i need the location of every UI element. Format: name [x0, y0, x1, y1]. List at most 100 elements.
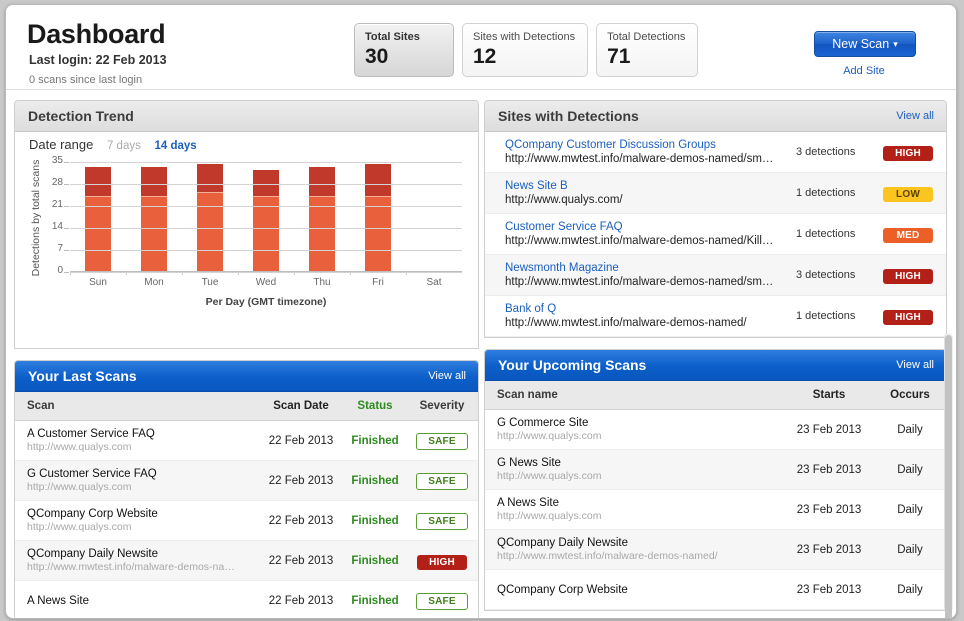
date-range-7-days[interactable]: 7 days	[107, 140, 141, 152]
stat-card-0[interactable]: Total Sites 30	[354, 23, 454, 77]
last-scans-view-all-link[interactable]: View all	[428, 361, 466, 391]
sites-with-detections-header: Sites with Detections View all	[485, 101, 946, 132]
upcoming-scans-column-headers: Scan name Starts Occurs	[485, 381, 946, 410]
table-row[interactable]: G Customer Service FAQ http://www.qualys.…	[15, 461, 478, 501]
chart-y-axis-label: Detections by total scans	[30, 159, 42, 277]
stat-card-1[interactable]: Sites with Detections 12	[462, 23, 589, 77]
chart-category-tue: Tue	[182, 162, 238, 288]
scan-name-cell: G News Site http://www.qualys.com	[485, 456, 784, 483]
chart-bar[interactable]	[141, 167, 167, 271]
chart-category-sat: Sat	[406, 162, 462, 288]
status-badge: LOW	[883, 187, 933, 202]
chart-y-tick-label: 21	[51, 199, 63, 210]
table-row[interactable]: QCompany Daily Newsite http://www.mwtest.…	[15, 541, 478, 581]
chart-bar[interactable]	[253, 170, 279, 271]
dashboard-page: Dashboard Last login: 22 Feb 2013 0 scan…	[5, 4, 957, 619]
chart-category-wed: Wed	[238, 162, 294, 288]
add-site-link[interactable]: Add Site	[814, 65, 914, 77]
chart-bar[interactable]	[85, 167, 111, 271]
site-name-link[interactable]: QCompany Customer Discussion Groups	[505, 138, 790, 152]
scan-name-cell: A News Site http://www.qualys.com	[485, 496, 784, 523]
site-detection-row[interactable]: News Site Bhttp://www.qualys.com/1 detec…	[485, 173, 946, 214]
scan-name: A News Site	[497, 497, 559, 509]
site-severity-cell: HIGH	[882, 266, 934, 284]
chart-bar-segment-detections	[85, 167, 111, 196]
table-row[interactable]: G News Site http://www.qualys.com 23 Feb 2…	[485, 450, 946, 490]
chart-category-thu: Thu	[294, 162, 350, 288]
site-name-link[interactable]: News Site B	[505, 179, 790, 193]
chart-gridline	[70, 206, 462, 207]
site-detections-count: 3 detections	[796, 269, 856, 281]
table-row[interactable]: G Commerce Site http://www.qualys.com 23 F…	[485, 410, 946, 450]
table-row[interactable]: A News Site http://www.qualys.com 23 Feb 2…	[485, 490, 946, 530]
table-row[interactable]: A News Site 22 Feb 2013 Finished SAFE	[15, 581, 478, 618]
scan-occurs: Daily	[897, 583, 923, 596]
scan-name: A Customer Service FAQ	[27, 428, 155, 440]
site-detection-row[interactable]: Customer Service FAQ http://www.mwtest.in…	[485, 214, 946, 255]
status-badge: SAFE	[416, 433, 468, 450]
status-badge: HIGH	[883, 269, 933, 284]
chart-y-tick-mark	[64, 184, 69, 185]
scrollbar-thumb[interactable]	[945, 335, 952, 618]
scan-occurs: Daily	[897, 543, 923, 556]
scan-starts: 23 Feb 2013	[796, 543, 862, 556]
chart-y-tick-label: 0	[57, 265, 63, 276]
scan-starts: 23 Feb 2013	[796, 583, 862, 596]
chart-y-tick-label: 7	[57, 243, 63, 254]
chart-x-tick-label: Sun	[89, 277, 107, 288]
upcoming-scans-panel: Your Upcoming Scans View all Scan name S…	[484, 349, 947, 611]
chart-bar-segment-scans	[197, 192, 223, 271]
upcoming-scans-view-all-link[interactable]: View all	[896, 350, 934, 380]
chart-y-tick-label: 28	[51, 177, 63, 188]
upcoming-scans-title: Your Upcoming Scans	[498, 357, 647, 373]
stat-card-value: 30	[365, 45, 389, 68]
sites-view-all-link[interactable]: View all	[896, 101, 934, 131]
site-url: http://www.mwtest.info/malware-demos-nam…	[505, 276, 774, 288]
table-row[interactable]: QCompany Corp Website http://www.qualys.c…	[15, 501, 478, 541]
site-severity-cell: MED	[882, 225, 934, 243]
site-detection-row[interactable]: Newsmonth Magazine http://www.mwtest.info…	[485, 255, 946, 296]
new-scan-label: New Scan	[832, 37, 890, 51]
scan-severity-cell: SAFE	[406, 471, 478, 490]
stat-card-2[interactable]: Total Detections 71	[596, 23, 699, 77]
chart-bar[interactable]	[309, 167, 335, 271]
chart-bar[interactable]	[365, 164, 391, 271]
table-row[interactable]: QCompany Daily Newsite http://www.mwtest.…	[485, 530, 946, 570]
upcoming-scans-rows: G Commerce Site http://www.qualys.com 23 F…	[485, 410, 946, 610]
stat-card-value: 12	[473, 45, 497, 68]
new-scan-button[interactable]: New Scan ▾	[814, 31, 916, 57]
scan-status: Finished	[351, 474, 399, 487]
chart-category-fri: Fri	[350, 162, 406, 288]
chart-x-tick-label: Fri	[372, 277, 384, 288]
detection-trend-chart: Detections by total scans Sun Mon Tue Wed Th…	[15, 155, 478, 336]
chart-x-tick-label: Thu	[313, 277, 331, 288]
table-row[interactable]: A Customer Service FAQ http://www.qualys.…	[15, 421, 478, 461]
site-info: Newsmonth Magazine http://www.mwtest.info…	[505, 261, 790, 289]
site-severity-cell: HIGH	[882, 143, 934, 161]
chart-bar[interactable]	[197, 164, 223, 271]
chevron-down-icon: ▾	[893, 39, 898, 49]
column-header-scan-name: Scan name	[497, 389, 558, 401]
table-row[interactable]: QCompany Corp Website 23 Feb 2013 Daily	[485, 570, 946, 610]
scan-name-cell: QCompany Corp Website http://www.qualys.c…	[15, 507, 258, 534]
page-scrollbar[interactable]	[944, 333, 953, 618]
site-name-link[interactable]: Newsmonth Magazine	[505, 261, 790, 275]
site-name-link[interactable]: Bank of Q	[505, 302, 790, 316]
site-url: http://www.mwtest.info/malware-demos-nam…	[505, 235, 774, 247]
left-column: Detection Trend Date range 7 days 14 day…	[14, 100, 479, 618]
scan-status: Finished	[351, 594, 399, 607]
scan-severity-cell: SAFE	[406, 431, 478, 450]
stat-card-value: 71	[607, 45, 631, 68]
chart-x-tick-label: Sat	[426, 277, 442, 288]
site-detection-row[interactable]: Bank of Qhttp://www.mwtest.info/malware-…	[485, 296, 946, 337]
scan-occurs: Daily	[897, 463, 923, 476]
site-url: http://www.qualys.com/	[505, 194, 623, 206]
scan-url: http://www.qualys.com	[497, 470, 602, 482]
scan-url: http://www.qualys.com	[497, 430, 602, 442]
detection-trend-title: Detection Trend	[28, 108, 134, 124]
site-detection-row[interactable]: QCompany Customer Discussion Groups http:…	[485, 132, 946, 173]
site-severity-cell: HIGH	[882, 307, 934, 325]
stat-card-label: Total Sites	[365, 31, 420, 43]
date-range-14-days[interactable]: 14 days	[154, 140, 196, 152]
site-name-link[interactable]: Customer Service FAQ	[505, 220, 790, 234]
